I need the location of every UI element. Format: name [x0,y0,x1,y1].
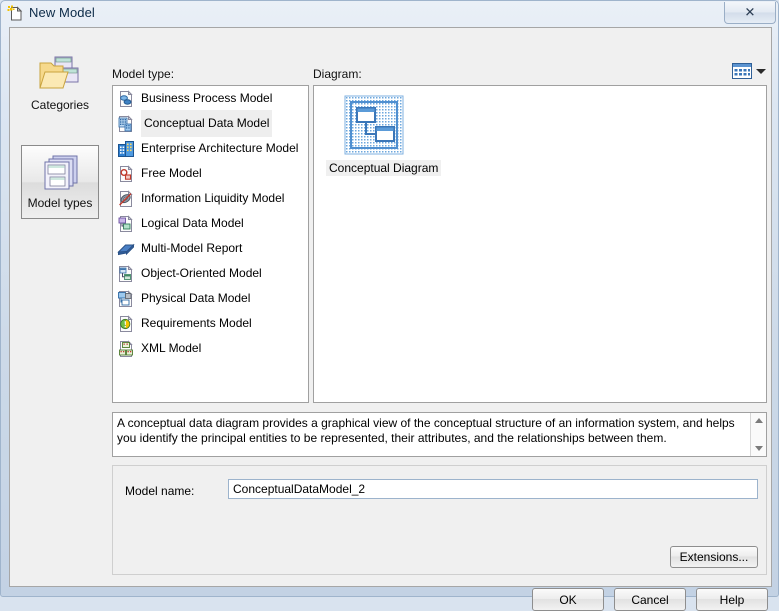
list-item-label: Free Model [141,166,202,180]
xml-model-icon [117,339,135,358]
model-type-list[interactable]: Business Process Model Conceptual Data M… [112,85,309,403]
scroll-up-icon[interactable] [754,418,763,423]
new-model-dialog: New Model ✕ Categories Model types Model… [0,0,779,611]
sidebar-item-label: Model types [27,196,93,210]
sidebar: Categories Model types [18,40,103,255]
list-item-label: Conceptual Data Model [141,110,273,137]
free-model-icon [117,164,135,183]
list-item-label: Multi-Model Report [141,241,243,255]
list-item-conceptual-data-model[interactable]: Conceptual Data Model [113,110,308,137]
view-mode-button[interactable] [732,61,768,81]
chevron-down-icon [756,68,766,74]
diagram-list[interactable]: Conceptual Diagram [313,85,767,403]
close-icon: ✕ [744,5,756,20]
model-name-input[interactable] [228,479,758,499]
list-item-label: Physical Data Model [141,291,251,305]
dialog-buttons: OK Cancel Help [532,588,768,611]
diagram-item-conceptual-diagram[interactable]: Conceptual Diagram [326,94,442,176]
model-type-label: Model type: [112,67,175,81]
list-item[interactable]: Enterprise Architecture Model [113,136,308,161]
model-name-group: Model name: Extensions... [112,465,767,575]
list-item[interactable]: Requirements Model [113,311,308,336]
list-item-label: Business Process Model [141,91,273,105]
list-item-label: Logical Data Model [141,216,244,230]
diagram-label: Diagram: [313,67,362,81]
new-document-icon [7,5,24,22]
details-view-icon [732,63,752,79]
object-oriented-model-icon [117,264,135,283]
information-liquidity-model-icon [117,189,135,208]
window-title: New Model [29,5,95,20]
conceptual-diagram-icon [343,94,405,156]
list-item[interactable]: Object-Oriented Model [113,261,308,286]
list-item[interactable]: Information Liquidity Model [113,186,308,211]
extensions-button[interactable]: Extensions... [670,546,758,568]
list-item[interactable]: Multi-Model Report [113,236,308,261]
description-scrollbar[interactable] [750,413,766,456]
description-text: A conceptual data diagram provides a gra… [117,416,735,445]
title-bar: New Model ✕ [1,1,779,27]
conceptual-data-model-icon [117,114,135,133]
model-types-stack-icon [37,152,83,194]
business-process-model-icon [117,89,135,108]
folder-categories-icon [37,54,83,96]
list-item[interactable]: Physical Data Model [113,286,308,311]
description-box: A conceptual data diagram provides a gra… [112,412,767,457]
list-item-label: Enterprise Architecture Model [141,141,299,155]
list-item[interactable]: Business Process Model [113,86,308,111]
list-item[interactable]: Free Model [113,161,308,186]
sidebar-item-categories[interactable]: Categories [21,48,99,122]
close-button[interactable]: ✕ [724,2,776,24]
multi-model-report-icon [117,240,135,258]
list-item[interactable]: Logical Data Model [113,211,308,236]
sidebar-item-model-types[interactable]: Model types [21,145,99,219]
ok-button[interactable]: OK [532,588,604,611]
cancel-button[interactable]: Cancel [614,588,686,611]
requirements-model-icon [117,314,135,333]
help-button[interactable]: Help [696,588,768,611]
model-name-label: Model name: [125,484,195,498]
sidebar-item-label: Categories [30,98,90,112]
scroll-down-icon[interactable] [754,446,763,451]
list-item-label: Requirements Model [141,316,252,330]
logical-data-model-icon [117,214,135,233]
list-item-label: XML Model [141,341,202,355]
dialog-client-area: Categories Model types Model type: Diagr… [9,27,772,611]
physical-data-model-icon [117,289,135,308]
list-item[interactable]: XML Model [113,336,308,361]
diagram-item-label: Conceptual Diagram [326,160,442,176]
enterprise-architecture-model-icon [117,140,135,158]
list-item-label: Information Liquidity Model [141,191,285,205]
list-item-label: Object-Oriented Model [141,266,262,280]
